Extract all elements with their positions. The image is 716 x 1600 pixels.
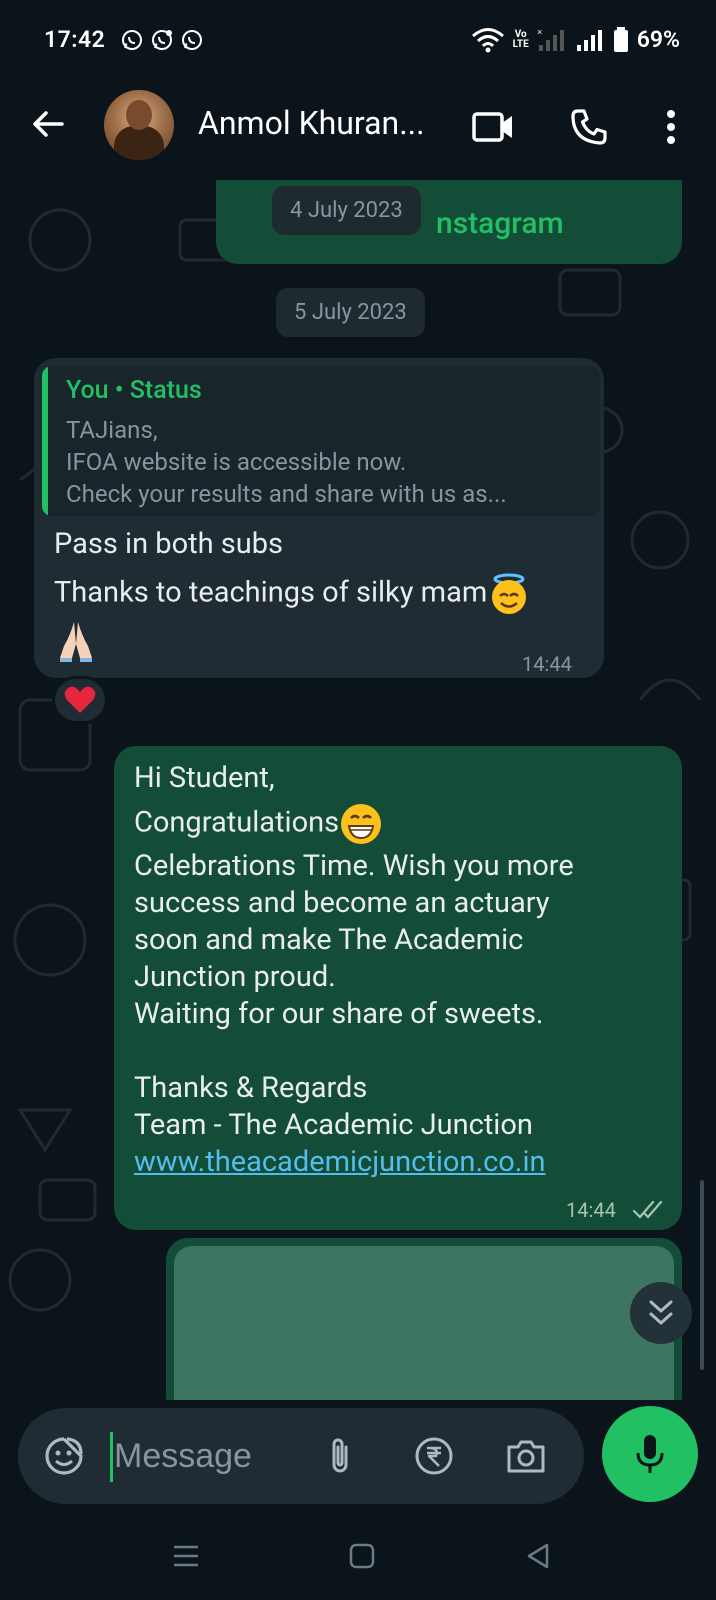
video-call-button[interactable] <box>470 104 516 150</box>
wifi-icon <box>471 27 504 52</box>
message-composer <box>18 1408 584 1504</box>
smiling-halo-emoji <box>492 573 527 614</box>
message-line: soon and make The Academic <box>134 923 524 957</box>
voice-call-button[interactable] <box>566 104 612 150</box>
date-separator: 4 July 2023 <box>272 186 421 235</box>
rupee-payment-icon <box>415 1437 453 1475</box>
quote-line: IFOA website is accessible now. <box>66 448 407 476</box>
message-line: Thanks to teachings of silky mam <box>54 575 488 610</box>
chat-scrollbar[interactable] <box>700 1180 704 1370</box>
square-icon <box>349 1543 375 1569</box>
battery-percent: 69% <box>636 26 680 53</box>
reaction-badge[interactable] <box>52 676 108 724</box>
more-vertical-icon <box>667 110 675 144</box>
signal-icon <box>576 29 602 51</box>
heart-emoji <box>64 686 96 713</box>
scroll-to-bottom-button[interactable] <box>630 1282 692 1344</box>
avatar[interactable] <box>104 90 174 160</box>
menu-icon <box>174 1545 198 1567</box>
volte-bottom-label: LTE <box>512 38 529 50</box>
quote-line: TAJians, <box>66 416 158 444</box>
payment-button[interactable] <box>412 1434 456 1478</box>
message-line-with-emoji: Thanks to teachings of silky mam <box>54 572 531 616</box>
battery-icon <box>613 26 628 52</box>
message-line: Team - The Academic Junction <box>134 1108 533 1142</box>
message-time: 14:44 <box>522 652 572 676</box>
message-line: success and become an actuary <box>134 886 550 920</box>
text-cursor <box>110 1432 113 1482</box>
system-icons: Vo LTE × 69% <box>471 26 680 53</box>
avatar-face <box>126 100 152 130</box>
notification-icons <box>120 28 204 52</box>
back-arrow-icon <box>33 111 64 137</box>
whatsapp-business-icon <box>152 30 172 50</box>
more-options-button[interactable] <box>648 104 694 150</box>
phone-icon <box>571 109 607 145</box>
sticker-icon <box>45 1437 83 1475</box>
volte-top-label: Vo <box>514 28 527 40</box>
camera-button[interactable] <box>504 1434 548 1478</box>
whatsapp-icon <box>122 30 142 50</box>
status-time: 17:42 <box>44 26 106 53</box>
avatar-figure <box>114 126 164 160</box>
quote-title: You • Status <box>66 376 202 405</box>
message-input[interactable] <box>114 1426 314 1486</box>
quote-accent-bar <box>42 366 48 516</box>
voice-message-button[interactable] <box>602 1406 698 1502</box>
back-button[interactable] <box>26 102 70 146</box>
quote-line: Check your results and share with us as.… <box>66 480 507 508</box>
message-line-with-emoji: Congratulations <box>134 802 383 846</box>
attach-icon <box>332 1438 348 1473</box>
message-line: Congratulations <box>134 805 340 840</box>
media-thumbnail[interactable] <box>174 1246 674 1400</box>
attach-button[interactable] <box>318 1434 362 1478</box>
mic-icon <box>636 1435 664 1473</box>
chat-header: Anmol Khuran... <box>0 80 716 180</box>
triangle-back-icon <box>527 1543 549 1569</box>
sticker-button[interactable] <box>42 1434 86 1478</box>
grinning-emoji <box>341 804 382 844</box>
status-bar: 17:42 Vo LTE × 69% <box>0 0 716 80</box>
signal-icon: × <box>537 27 564 51</box>
svg-text:×: × <box>537 27 542 37</box>
partial-message-text: nstagram <box>436 206 564 241</box>
chevron-double-down-icon <box>649 1300 673 1325</box>
folded-hands-emoji <box>60 622 92 662</box>
whatsapp-icon <box>182 30 202 50</box>
back-nav-button[interactable] <box>516 1534 560 1578</box>
home-button[interactable] <box>340 1534 384 1578</box>
website-link[interactable]: www.theacademicjunction.co.in <box>134 1144 546 1181</box>
system-navigation-bar <box>0 1512 716 1600</box>
message-line: Junction proud. <box>134 960 336 994</box>
volte-icon: Vo LTE <box>512 28 529 50</box>
message-line: Pass in both subs <box>54 527 283 561</box>
quoted-status[interactable]: You • Status TAJians, IFOA website is ac… <box>42 366 600 516</box>
message-time: 14:44 <box>566 1198 616 1222</box>
video-call-icon <box>472 112 512 142</box>
message-line: Waiting for our share of sweets. <box>134 997 544 1031</box>
message-line: Hi Student, <box>134 761 275 795</box>
chat-area[interactable]: nstagram 4 July 2023 5 July 2023 You • S… <box>0 180 716 1400</box>
contact-name[interactable]: Anmol Khuran... <box>198 104 425 142</box>
date-separator: 5 July 2023 <box>276 288 425 337</box>
recents-button[interactable] <box>164 1534 208 1578</box>
outgoing-media-bubble[interactable] <box>166 1238 682 1400</box>
camera-icon <box>507 1440 545 1473</box>
double-tick-icon <box>632 1200 663 1219</box>
message-line: Celebrations Time. Wish you more <box>134 849 574 883</box>
message-line: Thanks & Regards <box>134 1071 368 1105</box>
